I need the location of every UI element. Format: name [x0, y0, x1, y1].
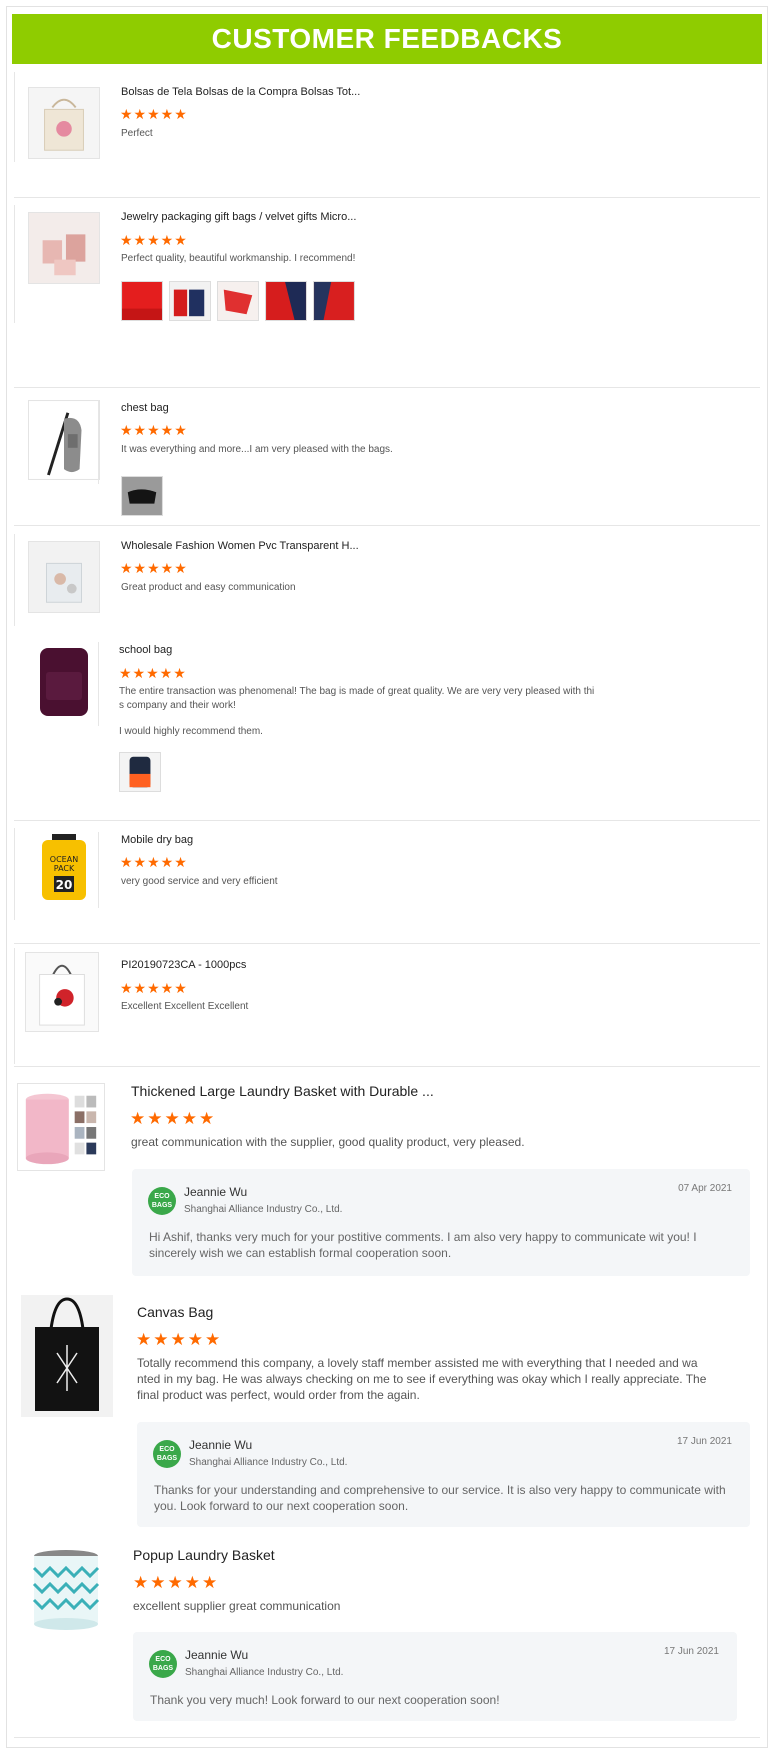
review-title[interactable]: Canvas Bag [137, 1304, 213, 1320]
review-left-border [14, 72, 15, 162]
image-border [98, 400, 99, 484]
seller-company[interactable]: Shanghai Alliance Industry Co., Ltd. [185, 1667, 343, 1678]
review-title[interactable]: Bolsas de Tela Bolsas de la Compra Bolsa… [121, 86, 360, 98]
review-title[interactable]: chest bag [121, 402, 169, 414]
seller-reply: ECO BAGS Jeannie Wu Shanghai Alliance In… [132, 1169, 750, 1276]
rating-stars: ★★★★★ [120, 232, 188, 248]
review-photo[interactable] [121, 476, 163, 516]
product-image-jewelry-bags[interactable] [28, 212, 100, 284]
review-photo[interactable] [313, 281, 355, 321]
review-text: Excellent Excellent Excellent [121, 1001, 249, 1012]
seller-avatar[interactable]: ECO BAGS [148, 1187, 176, 1215]
review-title[interactable]: school bag [119, 644, 172, 656]
rating-stars: ★★★★★ [119, 665, 187, 681]
seller-reply: ECO BAGS Jeannie Wu Shanghai Alliance In… [137, 1422, 750, 1527]
seller-name[interactable]: Jeannie Wu [189, 1438, 252, 1452]
page-title: CUSTOMER FEEDBACKS [12, 14, 762, 64]
review-title[interactable]: Popup Laundry Basket [133, 1547, 275, 1563]
rating-stars: ★★★★★ [130, 1109, 217, 1128]
dry-bag-label-1: OCEAN [50, 855, 78, 864]
dry-bag-label-2: PACK [54, 864, 75, 873]
review-text: excellent supplier great communication [133, 1599, 341, 1613]
review-title[interactable]: Jewelry packaging gift bags / velvet gif… [121, 211, 356, 223]
review-text: Perfect [121, 128, 153, 139]
review-title[interactable]: Mobile dry bag [121, 834, 193, 846]
reply-date: 07 Apr 2021 [678, 1183, 732, 1194]
seller-name[interactable]: Jeannie Wu [184, 1185, 247, 1199]
rating-stars: ★★★★★ [136, 1330, 223, 1349]
divider [14, 525, 760, 526]
review-photo[interactable] [265, 281, 307, 321]
rating-stars: ★★★★★ [120, 980, 188, 996]
review-title[interactable]: Thickened Large Laundry Basket with Dura… [131, 1083, 434, 1099]
review-title[interactable]: Wholesale Fashion Women Pvc Transparent … [121, 540, 359, 552]
image-border [98, 832, 99, 908]
review-left-border [14, 205, 15, 323]
review-photo[interactable] [119, 752, 161, 792]
review-left-border [14, 948, 15, 1064]
review-photo[interactable] [121, 281, 163, 321]
seller-name[interactable]: Jeannie Wu [185, 1648, 248, 1662]
divider [14, 1066, 760, 1067]
rating-stars: ★★★★★ [133, 1573, 220, 1592]
reply-date: 17 Jun 2021 [676, 1436, 732, 1447]
review-left-border [14, 534, 15, 626]
review-text: great communication with the supplier, g… [131, 1135, 525, 1149]
seller-company[interactable]: Shanghai Alliance Industry Co., Ltd. [189, 1457, 347, 1468]
divider [14, 387, 760, 388]
reply-text: Thank you very much! Look forward to our… [150, 1693, 500, 1707]
reply-text: Thanks for your understanding and compre… [154, 1483, 726, 1513]
product-image-school-bag[interactable] [28, 642, 100, 722]
review-text: The entire transaction was phenomenal! T… [119, 686, 595, 711]
review-text-extra: I would highly recommend them. [119, 726, 263, 737]
seller-avatar[interactable]: ECO BAGS [153, 1440, 181, 1468]
product-image-canvas-bag[interactable] [21, 1295, 113, 1417]
review-left-border [14, 828, 15, 920]
product-image-canvas-tote[interactable] [25, 952, 99, 1032]
review-photo[interactable] [217, 281, 259, 321]
reply-text: Hi Ashif, thanks very much for your post… [149, 1230, 697, 1260]
product-image-laundry-basket[interactable] [17, 1083, 105, 1171]
review-text: Great product and easy communication [121, 582, 296, 593]
review-text: It was everything and more...I am very p… [121, 444, 393, 455]
divider [14, 1737, 760, 1738]
product-image-chest-bag[interactable] [28, 400, 100, 480]
divider [14, 820, 760, 821]
divider [14, 197, 760, 198]
product-image-pvc-bag[interactable] [28, 541, 100, 613]
product-image-popup-basket[interactable] [27, 1544, 105, 1634]
rating-stars: ★★★★★ [120, 854, 188, 870]
divider [14, 943, 760, 944]
review-text: Perfect quality, beautiful workmanship. … [121, 253, 356, 264]
seller-avatar[interactable]: ECO BAGS [149, 1650, 177, 1678]
review-text: very good service and very efficient [121, 876, 278, 887]
reply-date: 17 Jun 2021 [663, 1646, 719, 1657]
rating-stars: ★★★★★ [120, 560, 188, 576]
review-title[interactable]: PI20190723CA - 1000pcs [121, 959, 246, 971]
image-border [98, 642, 99, 726]
dry-bag-number: 20 [56, 878, 73, 892]
review-photo[interactable] [169, 281, 211, 321]
product-image-dry-bag[interactable]: OCEAN PACK 20 [28, 832, 100, 904]
rating-stars: ★★★★★ [120, 106, 188, 122]
product-image-tote[interactable] [28, 87, 100, 159]
rating-stars: ★★★★★ [120, 422, 188, 438]
seller-reply: ECO BAGS Jeannie Wu Shanghai Alliance In… [133, 1632, 737, 1721]
seller-company[interactable]: Shanghai Alliance Industry Co., Ltd. [184, 1204, 342, 1215]
review-text: Totally recommend this company, a lovely… [137, 1356, 707, 1402]
